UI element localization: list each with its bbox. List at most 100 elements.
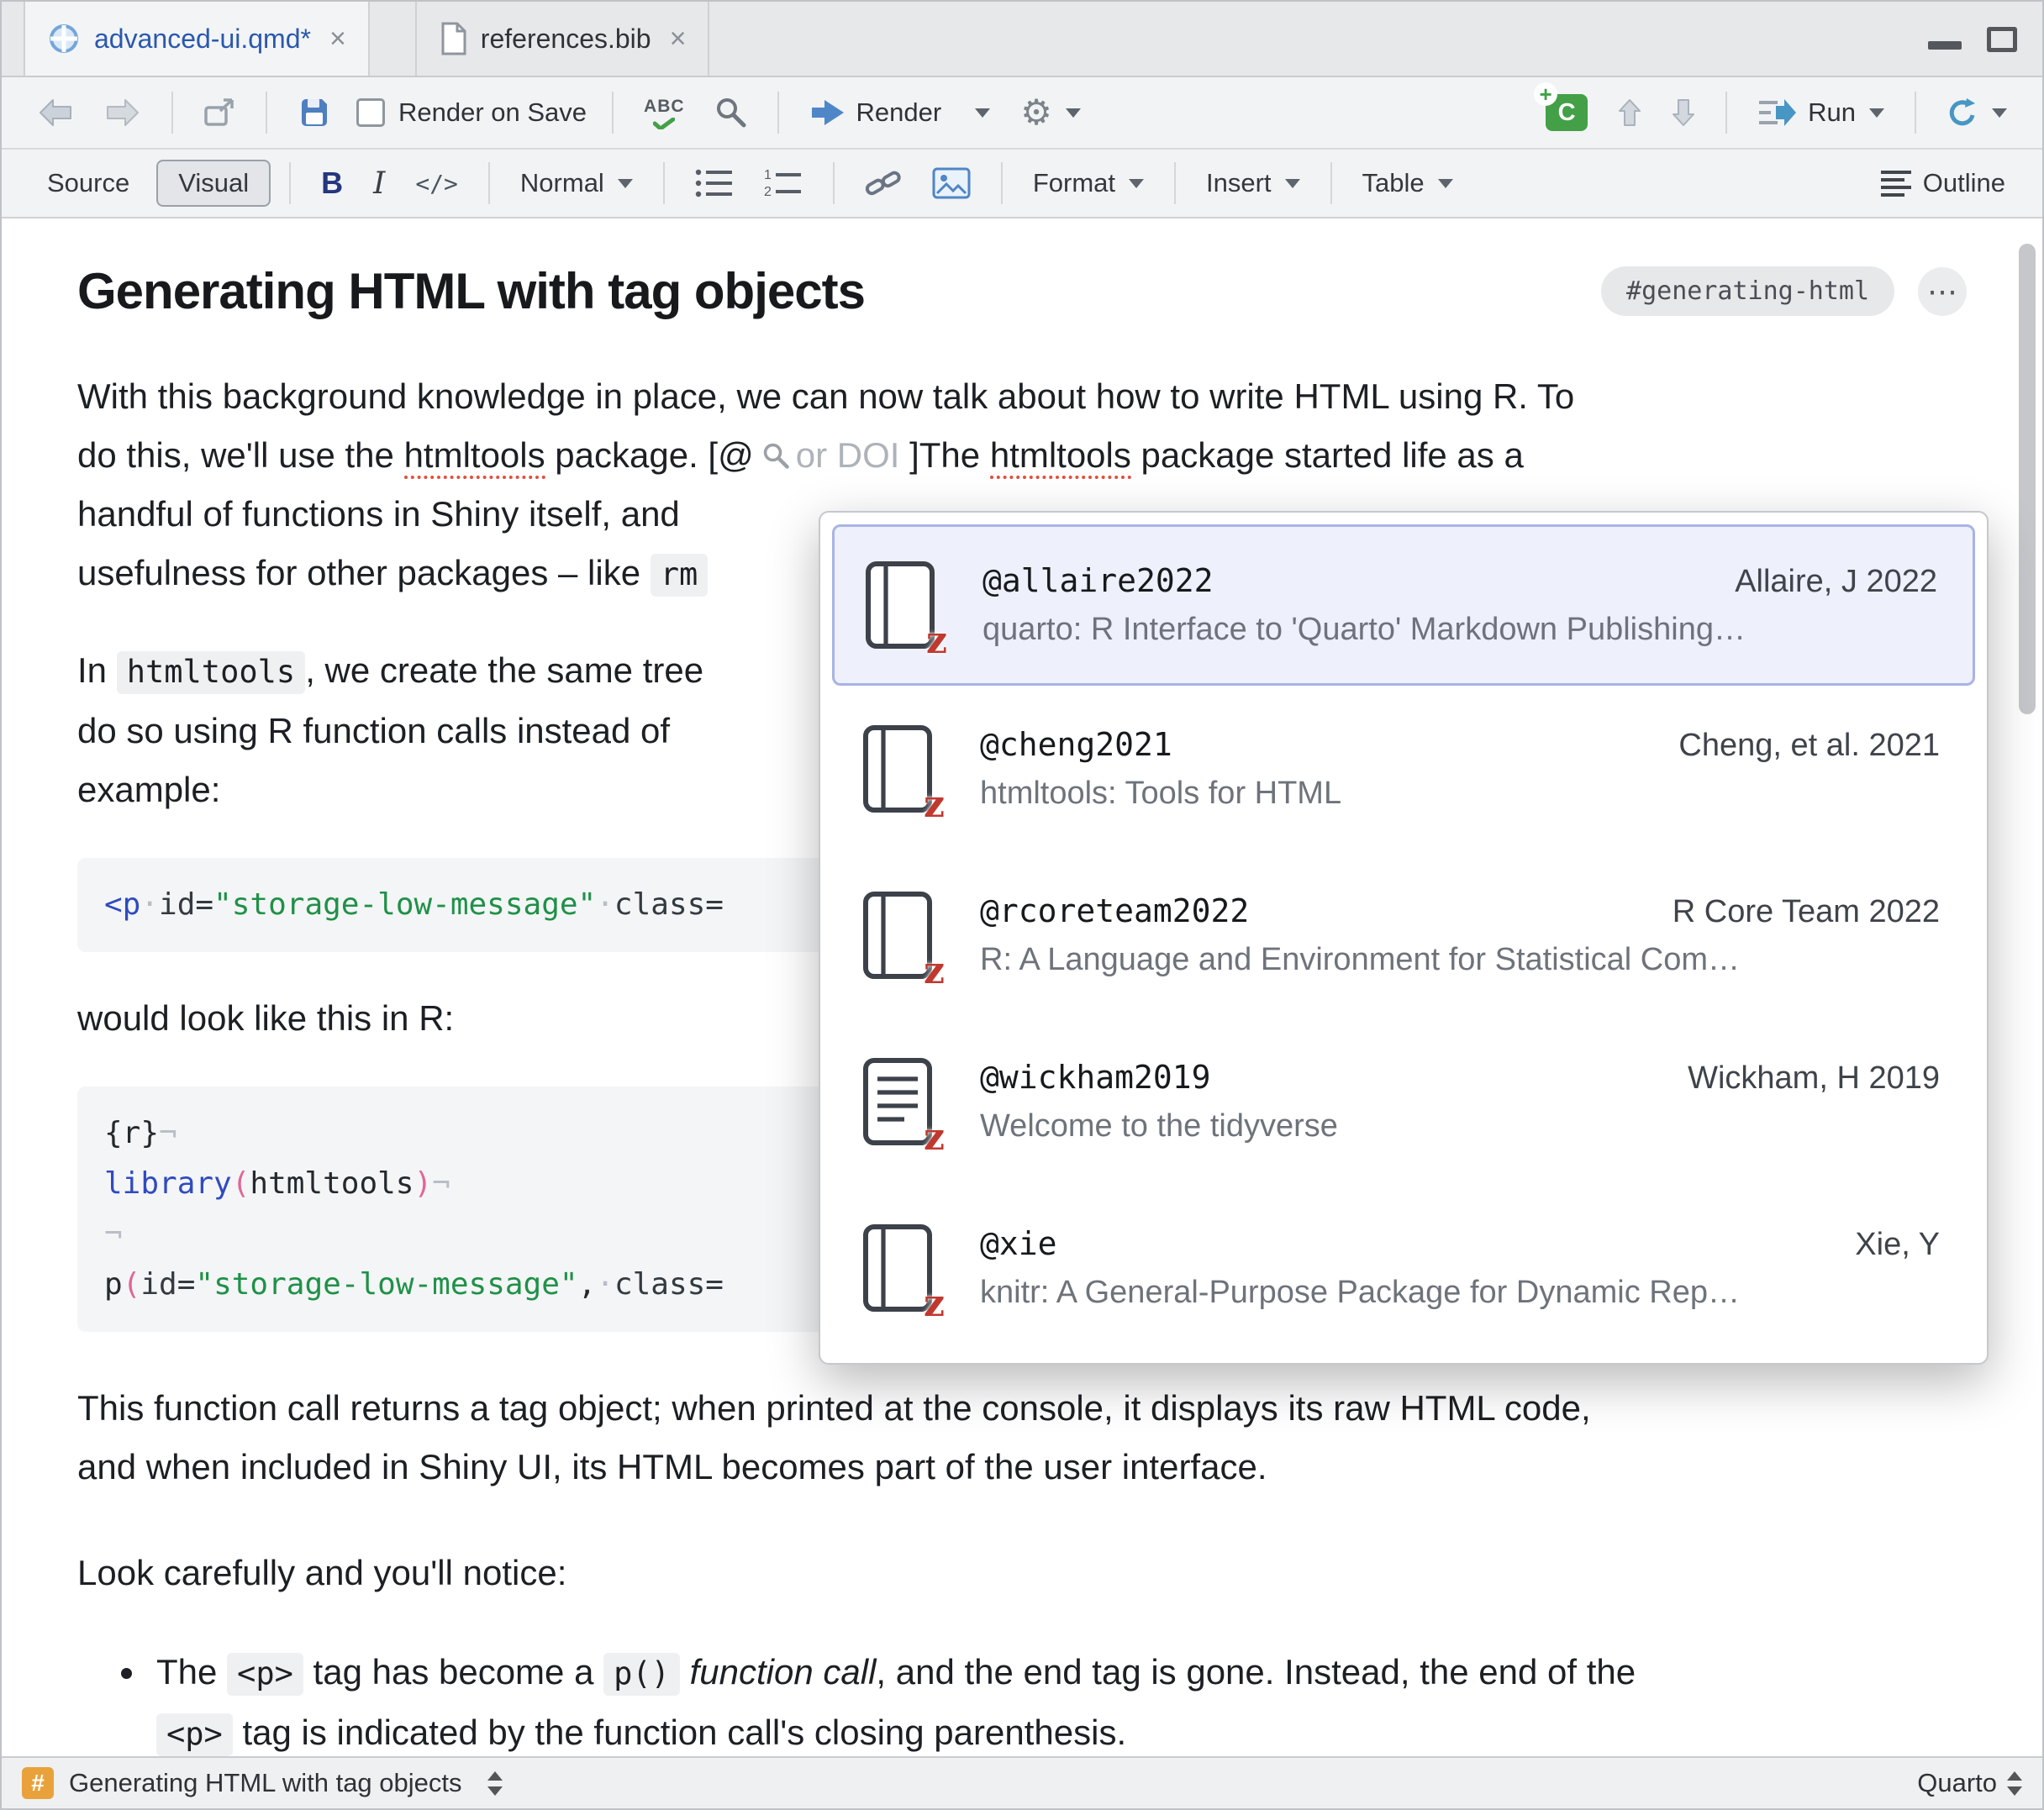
- italic-button[interactable]: I: [361, 156, 397, 210]
- bold-button[interactable]: B: [309, 156, 355, 210]
- citation-title: knitr: A General-Purpose Package for Dyn…: [980, 1275, 1940, 1311]
- separator: [612, 92, 614, 134]
- book-icon: z: [858, 556, 942, 654]
- tab-advanced-ui-qmd[interactable]: advanced-ui.qmd* ×: [24, 2, 370, 76]
- visual-mode-button[interactable]: Visual: [156, 160, 271, 207]
- forward-button[interactable]: [92, 86, 153, 139]
- back-button[interactable]: [25, 86, 86, 139]
- chevron-down-icon: [1066, 108, 1081, 118]
- inline-code: <p>: [227, 1653, 303, 1696]
- visual-editor-canvas[interactable]: Generating HTML with tag objects #genera…: [2, 218, 2042, 1756]
- svg-text:2: 2: [764, 185, 772, 198]
- render-on-save-control[interactable]: Render on Save: [350, 97, 593, 128]
- run-button[interactable]: Run: [1746, 86, 1896, 139]
- inline-code: <p>: [156, 1713, 233, 1756]
- insert-chunk-button[interactable]: + C: [1534, 86, 1599, 139]
- citation-item-allaire2022[interactable]: z @allaire2022 Allaire, J 2022 quarto: R…: [832, 524, 1975, 686]
- source-label: Source: [47, 168, 129, 198]
- whitespace-dot: ·: [140, 887, 159, 922]
- source-mode-button[interactable]: Source: [27, 156, 150, 210]
- citation-author: Cheng, et al. 2021: [1678, 728, 1940, 764]
- open-in-new-window-button[interactable]: [192, 86, 247, 139]
- separator: [289, 162, 291, 204]
- status-bar: # Generating HTML with tag objects Quart…: [2, 1756, 2042, 1808]
- citation-autocomplete-popup: z @allaire2022 Allaire, J 2022 quarto: R…: [819, 511, 1989, 1365]
- spellcheck-word: htmltools: [404, 435, 545, 479]
- section-stepper-icon[interactable]: [487, 1771, 503, 1796]
- chevron-down-icon: [1869, 108, 1884, 118]
- insert-menu-label: Insert: [1206, 168, 1272, 198]
- separator: [833, 162, 835, 204]
- text-run: package started life as a: [1131, 435, 1524, 475]
- code-token: p: [104, 1267, 123, 1302]
- find-replace-button[interactable]: [703, 86, 759, 139]
- separator: [1725, 92, 1727, 134]
- tab-references-bib[interactable]: references.bib ×: [415, 2, 710, 76]
- format-menu-label: Format: [1033, 168, 1115, 198]
- book-icon: z: [856, 1219, 940, 1317]
- citation-author: Xie, Y: [1855, 1227, 1940, 1263]
- text-run: With this background knowledge in place,…: [77, 376, 1574, 416]
- link-button[interactable]: [853, 156, 914, 210]
- outline-toggle[interactable]: Outline: [1868, 156, 2017, 210]
- forward-arrow-icon: [104, 97, 141, 128]
- language-stepper-icon[interactable]: [2007, 1771, 2022, 1796]
- paragraph-style-select[interactable]: Normal: [508, 156, 645, 210]
- back-arrow-icon: [37, 97, 74, 128]
- bullet-list-button[interactable]: [683, 156, 745, 210]
- citation-key: @rcoreteam2022: [980, 892, 1249, 929]
- language-mode-button[interactable]: Quarto: [1917, 1768, 1997, 1798]
- section-hash-icon: #: [22, 1767, 54, 1799]
- inline-code-button[interactable]: </>: [403, 156, 470, 210]
- spellcheck-button[interactable]: ABC: [632, 86, 697, 139]
- image-button[interactable]: [920, 156, 982, 210]
- citation-key: @xie: [980, 1225, 1057, 1262]
- vertical-scrollbar[interactable]: [2019, 244, 2036, 714]
- maximize-icon[interactable]: [1987, 27, 2017, 52]
- numbered-list-button[interactable]: 1 2: [752, 156, 814, 210]
- minimize-icon[interactable]: [1928, 41, 1962, 50]
- rerun-button[interactable]: [1935, 86, 2019, 139]
- editor-tab-bar: advanced-ui.qmd* × references.bib ×: [2, 2, 2042, 77]
- render-options-button[interactable]: [960, 86, 1002, 139]
- outline-icon: [1879, 169, 1913, 197]
- arrow-down-icon: [1672, 97, 1695, 128]
- citation-item-wickham2019[interactable]: z @wickham2019 Wickham, H 2019 Welcome t…: [820, 1018, 1987, 1185]
- insert-menu[interactable]: Insert: [1194, 156, 1312, 210]
- zotero-badge: z: [926, 619, 947, 662]
- close-icon[interactable]: ×: [670, 23, 687, 55]
- citation-item-cheng2021[interactable]: z @cheng2021 Cheng, et al. 2021 htmltool…: [820, 686, 1987, 852]
- visual-label: Visual: [178, 168, 249, 197]
- section-header: Generating HTML with tag objects #genera…: [77, 262, 1967, 320]
- separator: [777, 92, 779, 134]
- book-icon: z: [856, 887, 940, 984]
- zotero-badge: z: [924, 1116, 945, 1159]
- citation-text: @wickham2019 Wickham, H 2019 Welcome to …: [980, 1059, 1940, 1144]
- table-menu[interactable]: Table: [1351, 156, 1465, 210]
- save-button[interactable]: [286, 86, 343, 139]
- section-menu-button[interactable]: ⋯: [1918, 267, 1967, 316]
- render-button[interactable]: Render: [798, 86, 954, 139]
- citation-placeholder: or DOI: [796, 435, 900, 475]
- citation-item-rcoreteam2022[interactable]: z @rcoreteam2022 R Core Team 2022 R: A L…: [820, 852, 1987, 1018]
- citation-item-xie[interactable]: z @xie Xie, Y knitr: A General-Purpose P…: [820, 1185, 1987, 1351]
- code-icon: </>: [415, 170, 458, 197]
- format-menu[interactable]: Format: [1021, 156, 1156, 210]
- code-token: {r}: [104, 1116, 159, 1150]
- render-on-save-checkbox[interactable]: [356, 98, 385, 127]
- citation-author: Allaire, J 2022: [1735, 564, 1937, 600]
- settings-button[interactable]: ⚙: [1009, 86, 1093, 139]
- section-anchor-badge: #generating-html: [1601, 266, 1894, 316]
- previous-section-button[interactable]: [1606, 86, 1653, 139]
- citation-title: quarto: R Interface to 'Quarto' Markdown…: [982, 612, 1937, 648]
- zotero-badge: z: [924, 783, 945, 826]
- section-navigator[interactable]: Generating HTML with tag objects: [69, 1768, 462, 1798]
- citation-title: R: A Language and Environment for Statis…: [980, 942, 1940, 978]
- citation-text: @cheng2021 Cheng, et al. 2021 htmltools:…: [980, 726, 1940, 812]
- chevron-down-icon: [618, 179, 633, 188]
- check-icon: [653, 118, 675, 129]
- next-section-button[interactable]: [1660, 86, 1707, 139]
- text-run: [680, 1652, 690, 1692]
- separator: [1174, 162, 1176, 204]
- close-icon[interactable]: ×: [329, 23, 346, 55]
